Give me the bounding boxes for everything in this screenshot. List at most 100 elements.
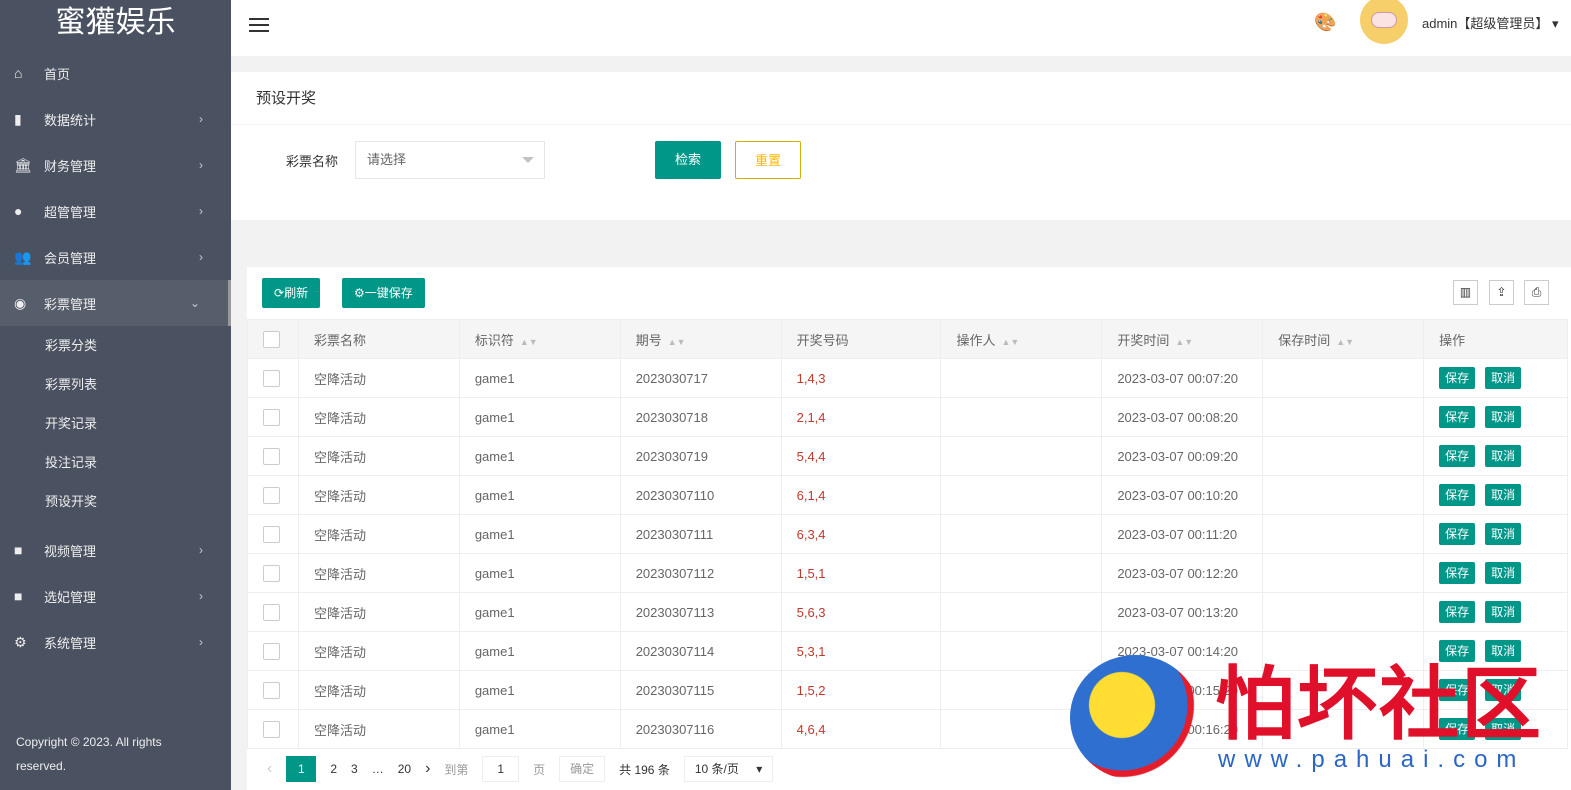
prev-page-icon[interactable]: ‹ [267,760,272,778]
checkbox[interactable] [263,330,280,348]
row-select[interactable] [247,514,299,554]
data-table: 彩票名称 标识符 ▲▼ 期号 ▲▼ 开奖号码 操作人 ▲▼ 开奖时间 ▲▼ 保存时间 ▲▼ 操作 空降活动… [247,319,1568,749]
checkbox[interactable] [263,564,280,582]
save-button[interactable]: 保存 [1439,562,1476,584]
sort-icon[interactable]: ▲▼ [1001,337,1019,347]
columns-icon[interactable]: ▥ [1453,280,1478,305]
sidebar-item-label: 选妃管理 [44,589,97,605]
sidebar-subitem[interactable]: 彩票分类 [0,326,231,365]
sidebar-item[interactable]: ■ 视频管理 › [0,527,231,573]
reset-button[interactable]: 重置 [735,141,801,179]
sort-icon[interactable]: ▲▼ [1175,337,1193,347]
sidebar-item[interactable]: ◉ 彩票管理 ⌄ [0,280,231,326]
page-link[interactable]: 20 [398,762,411,776]
save-all-button[interactable]: ⚙一键保存 [342,278,425,308]
sidebar-subitem[interactable]: 预设开奖 [0,482,231,521]
row-select[interactable] [247,631,299,671]
sidebar-subitem[interactable]: 投注记录 [0,443,231,482]
cancel-button[interactable]: 取消 [1485,406,1522,428]
cancel-button[interactable]: 取消 [1485,718,1522,740]
column-header[interactable]: 期号 ▲▼ [619,319,782,359]
confirm-button[interactable]: 确定 [559,756,606,782]
row-select[interactable] [247,670,299,710]
sidebar-item[interactable]: ■ 选妃管理 › [0,573,231,619]
export-icon[interactable]: ⇪ [1489,280,1514,305]
select-all[interactable] [247,319,299,359]
cancel-button[interactable]: 取消 [1485,523,1522,545]
sidebar-item[interactable]: ▮ 数据统计 › [0,96,231,142]
cancel-button[interactable]: 取消 [1485,679,1522,701]
checkbox[interactable] [263,603,280,621]
column-header[interactable]: 操作人 ▲▼ [940,319,1103,359]
sort-icon[interactable]: ▲▼ [1336,337,1354,347]
column-header[interactable]: 标识符 ▲▼ [458,319,621,359]
sidebar-item[interactable]: ⌂ 首页 [0,50,231,96]
checkbox[interactable] [263,681,280,699]
next-page-icon[interactable]: › [425,760,430,778]
user-menu[interactable]: admin【超级管理员】 ▾ [1422,13,1559,32]
print-icon[interactable]: ⎙ [1524,280,1549,305]
column-header-label: 期号 [635,332,662,348]
actions-cell: 保存 取消 [1423,514,1568,554]
lottery-name-select[interactable]: 请选择 [355,141,545,179]
search-button[interactable]: 检索 [655,141,721,179]
checkbox[interactable] [263,525,280,543]
sidebar-item[interactable]: 👥 会员管理 › [0,234,231,280]
users-icon: 👥 [14,248,32,265]
table-cell: 2,1,4 [780,397,942,437]
row-select[interactable] [247,475,299,515]
page-link[interactable]: 3 [351,762,358,776]
cancel-button[interactable]: 取消 [1485,367,1522,389]
save-button[interactable]: 保存 [1439,445,1476,467]
sort-icon[interactable]: ▲▼ [668,337,686,347]
checkbox[interactable] [263,720,280,738]
sidebar-item[interactable]: ⚙ 系统管理 › [0,619,231,665]
column-header[interactable]: 操作 [1423,319,1568,359]
table-cell: 20230307111 [619,514,782,554]
row-select[interactable] [247,709,299,749]
row-select[interactable] [247,592,299,632]
cancel-button[interactable]: 取消 [1485,484,1522,506]
row-select[interactable] [247,358,299,398]
column-header[interactable]: 开奖时间 ▲▼ [1101,319,1264,359]
cancel-button[interactable]: 取消 [1485,445,1522,467]
save-button[interactable]: 保存 [1439,367,1476,389]
column-header[interactable]: 开奖号码 [780,319,942,359]
row-select[interactable] [247,553,299,593]
save-button[interactable]: 保存 [1439,640,1476,662]
column-header[interactable]: 彩票名称 [297,319,460,359]
cancel-button[interactable]: 取消 [1485,640,1522,662]
save-button[interactable]: 保存 [1439,601,1476,623]
refresh-button[interactable]: ⟳刷新 [262,278,321,308]
sidebar-item[interactable]: 🏛 财务管理 › [0,142,231,188]
checkbox[interactable] [263,369,280,387]
row-select[interactable] [247,436,299,476]
avatar[interactable] [1360,0,1408,44]
checkbox[interactable] [263,447,280,465]
page-input[interactable]: 1 [482,756,520,782]
per-page-select[interactable]: 10 条/页 ▾ [683,756,774,782]
save-button[interactable]: 保存 [1439,718,1476,740]
sidebar-subitem[interactable]: 彩票列表 [0,365,231,404]
sidebar-subitem[interactable]: 开奖记录 [0,404,231,443]
checkbox[interactable] [263,642,280,660]
save-button[interactable]: 保存 [1439,406,1476,428]
save-button[interactable]: 保存 [1439,484,1476,506]
save-button[interactable]: 保存 [1439,523,1476,545]
theme-palette-icon[interactable]: 🎨 [1314,12,1336,33]
table-cell: 20230307113 [619,592,782,632]
page-link[interactable]: 1 [286,756,317,782]
column-header[interactable]: 保存时间 ▲▼ [1262,319,1425,359]
cancel-button[interactable]: 取消 [1485,562,1522,584]
sidebar-item[interactable]: ● 超管管理 › [0,188,231,234]
table-cell [1262,631,1425,671]
menu-toggle-icon[interactable] [249,14,269,36]
cancel-button[interactable]: 取消 [1485,601,1522,623]
table-cell: 2023-03-07 00:07:20 [1101,358,1264,398]
save-button[interactable]: 保存 [1439,679,1476,701]
sort-icon[interactable]: ▲▼ [520,337,538,347]
row-select[interactable] [247,397,299,437]
page-link[interactable]: 2 [330,762,337,776]
checkbox[interactable] [263,486,280,504]
checkbox[interactable] [263,408,280,426]
